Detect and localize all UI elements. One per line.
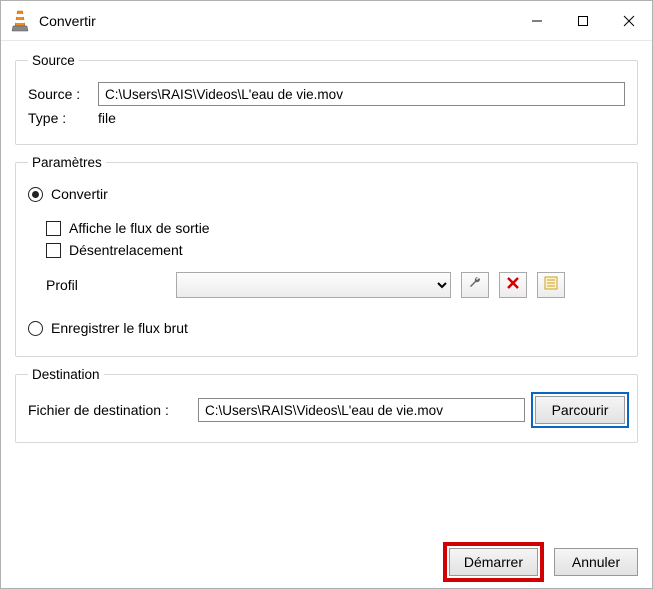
type-label: Type : xyxy=(28,110,88,126)
new-profile-button[interactable] xyxy=(537,272,565,298)
browse-button[interactable]: Parcourir xyxy=(535,396,625,424)
radio-raw-stream[interactable] xyxy=(28,321,43,336)
type-value: file xyxy=(98,110,116,126)
profile-label: Profil xyxy=(46,277,166,293)
cancel-button[interactable]: Annuler xyxy=(554,548,638,576)
delete-profile-button[interactable] xyxy=(499,272,527,298)
destination-input[interactable] xyxy=(198,398,525,422)
start-button[interactable]: Démarrer xyxy=(449,548,538,576)
destination-label: Fichier de destination : xyxy=(28,402,188,418)
radio-raw-stream-label: Enregistrer le flux brut xyxy=(51,320,188,336)
radio-convert-label: Convertir xyxy=(51,186,108,202)
titlebar: Convertir xyxy=(1,1,652,41)
source-label: Source : xyxy=(28,86,88,102)
window-buttons xyxy=(514,1,652,40)
minimize-button[interactable] xyxy=(514,1,560,40)
vlc-icon xyxy=(11,10,29,32)
source-group: Source Source : Type : file xyxy=(15,53,638,145)
source-input[interactable] xyxy=(98,82,625,106)
convert-dialog: Convertir Source Source : Type : file xyxy=(0,0,653,589)
new-profile-icon xyxy=(543,275,559,296)
destination-group: Destination Fichier de destination : Par… xyxy=(15,367,638,443)
source-legend: Source xyxy=(28,53,79,68)
edit-profile-button[interactable] xyxy=(461,272,489,298)
checkbox-deinterlace[interactable] xyxy=(46,243,61,258)
wrench-icon xyxy=(467,275,483,296)
radio-convert[interactable] xyxy=(28,187,43,202)
maximize-button[interactable] xyxy=(560,1,606,40)
window-title: Convertir xyxy=(39,13,514,29)
dialog-footer: Démarrer Annuler xyxy=(1,544,652,588)
destination-legend: Destination xyxy=(28,367,104,382)
checkbox-deinterlace-label: Désentrelacement xyxy=(69,242,183,258)
profile-select[interactable] xyxy=(176,272,451,298)
parameters-group: Paramètres Convertir Affiche le flux de … xyxy=(15,155,638,357)
parameters-legend: Paramètres xyxy=(28,155,106,170)
content-area: Source Source : Type : file Paramètres C… xyxy=(1,41,652,544)
close-button[interactable] xyxy=(606,1,652,40)
delete-icon xyxy=(506,276,520,295)
checkbox-show-output[interactable] xyxy=(46,221,61,236)
checkbox-show-output-label: Affiche le flux de sortie xyxy=(69,220,210,236)
